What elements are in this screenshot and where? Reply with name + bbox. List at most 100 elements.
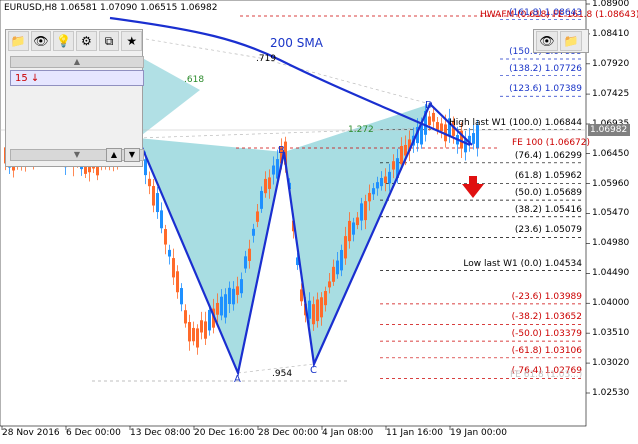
- time-axis-label: 28 Dec 00:00: [258, 428, 319, 438]
- candle-body: [472, 133, 475, 144]
- time-axis-label: 20 Dec 16:00: [194, 428, 255, 438]
- candle-body: [300, 289, 303, 302]
- candle-body: [388, 171, 391, 184]
- ratio-719-label: .719: [256, 54, 277, 64]
- ratio-618-label: .618: [184, 75, 205, 85]
- fe-100-label: FE 100 (1.06672): [512, 138, 591, 148]
- candle-body: [148, 178, 151, 187]
- fib-red-label-3: (-61.8) 1.03106: [511, 345, 582, 356]
- price-axis-label: 1.04490: [592, 268, 630, 279]
- candle-body: [344, 236, 347, 259]
- candle-body: [200, 320, 203, 333]
- candle-body: [360, 203, 363, 221]
- candle-body: [216, 302, 219, 315]
- panel-toolbar: 📁 👁 💡 ⚙ ⧉ ★: [6, 30, 143, 52]
- star-icon[interactable]: ★: [121, 31, 143, 51]
- candle-body: [224, 294, 227, 318]
- eye-icon[interactable]: 👁: [536, 31, 558, 51]
- point-c-label: C: [310, 365, 317, 376]
- candle-body: [340, 249, 343, 271]
- candle-body: [232, 288, 235, 305]
- scroll-up-button[interactable]: ▲: [10, 56, 144, 68]
- indicator-panel[interactable]: 📁 👁 💡 ⚙ ⧉ ★ ▲ 15 ↓ ▼ ▲ ▼: [5, 29, 144, 167]
- candle-body: [436, 122, 439, 130]
- price-axis-label: 1.03510: [592, 328, 630, 339]
- candle-body: [364, 201, 367, 221]
- helper-line-xd: [259, 57, 431, 105]
- candle-body: [180, 288, 183, 305]
- red-down-arrow-icon: [462, 176, 484, 198]
- nav-down-button[interactable]: ▼: [124, 148, 140, 162]
- nav-up-button[interactable]: ▲: [106, 148, 122, 162]
- candle-body: [272, 165, 275, 175]
- candle-body: [152, 186, 155, 206]
- fib-red-label-1: (-38.2) 1.03652: [511, 312, 582, 323]
- sma-label: 200 SMA: [270, 36, 323, 50]
- fib-black-label-1: (76.4) 1.06299: [514, 150, 582, 161]
- candle-body: [240, 279, 243, 294]
- candle-body: [440, 123, 443, 132]
- folder-icon[interactable]: 📁: [8, 31, 29, 51]
- time-axis-label: 28 Nov 2016: [2, 428, 60, 438]
- price-axis-label: 1.07920: [592, 58, 630, 69]
- candle-body: [320, 297, 323, 318]
- candle-body: [248, 248, 251, 261]
- candle-body: [164, 229, 167, 245]
- fib-black-label-4: (38.2) 1.05416: [514, 204, 582, 215]
- candle-body: [348, 220, 351, 242]
- mini-toolbar: 👁 📁: [533, 29, 589, 53]
- price-axis-label: 1.08900: [592, 0, 630, 9]
- fib-black-label-0: High last W1 (100.0) 1.06844: [449, 117, 582, 128]
- fe-618-label: FE 61.8 (1.03...): [510, 370, 583, 380]
- candle-body: [220, 296, 223, 316]
- candle-body: [260, 190, 263, 209]
- candle-body: [256, 211, 259, 222]
- candle-body: [176, 271, 179, 293]
- candle-body: [392, 161, 395, 170]
- current-price-badge: 1.06982: [588, 124, 630, 136]
- folder-icon[interactable]: 📁: [560, 31, 582, 51]
- candle-body: [204, 321, 207, 339]
- point-a-label: A: [234, 374, 241, 385]
- price-axis-label: 1.06450: [592, 148, 630, 159]
- price-axis-label: 1.02530: [592, 388, 630, 398]
- price-axis-label: 1.04000: [592, 298, 630, 309]
- gear-icon[interactable]: ⚙: [76, 31, 97, 51]
- eye-icon[interactable]: 👁: [30, 31, 52, 51]
- time-axis-label: 4 Jan 08:00: [322, 428, 374, 438]
- time-axis-label: 13 Dec 08:00: [130, 428, 191, 438]
- bulb-icon[interactable]: 💡: [53, 31, 75, 51]
- panel-list-item[interactable]: 15 ↓: [10, 70, 144, 86]
- fib-black-label-6: Low last W1 (0.0) 1.04534: [463, 258, 582, 269]
- candle-body: [372, 188, 375, 195]
- price-axis-label: 1.04980: [592, 238, 630, 249]
- candle-body: [252, 228, 255, 236]
- candle-body: [172, 258, 175, 278]
- candle-body: [376, 182, 379, 189]
- candle-body: [324, 291, 327, 306]
- candle-body: [432, 112, 435, 122]
- candle-body: [356, 217, 359, 226]
- fib-blue-label-3: (123.6) 1.07389: [509, 84, 582, 95]
- candle-body: [228, 287, 231, 305]
- price-axis-label: 1.05470: [592, 208, 630, 219]
- time-axis-label: 19 Jan 00:00: [450, 428, 507, 438]
- point-d-label: D: [425, 100, 433, 111]
- candle-body: [384, 176, 387, 184]
- panel-nav-arrows: ▲ ▼: [106, 148, 140, 162]
- candle-body: [332, 266, 335, 282]
- candle-body: [380, 177, 383, 187]
- candle-body: [328, 281, 331, 288]
- candle-body: [184, 310, 187, 324]
- fib-blue-label-0: (161.8) 1.08643: [509, 7, 582, 18]
- candle-body: [244, 256, 247, 269]
- candle-body: [192, 327, 195, 342]
- copy-icon[interactable]: ⧉: [98, 31, 120, 51]
- price-axis-label: 1.07425: [592, 89, 630, 100]
- candle-body: [428, 116, 431, 126]
- candle-body: [264, 178, 267, 194]
- candle-body: [160, 210, 163, 229]
- candle-body: [352, 222, 355, 235]
- price-axis-label: 1.05960: [592, 178, 630, 189]
- candle-body: [208, 309, 211, 331]
